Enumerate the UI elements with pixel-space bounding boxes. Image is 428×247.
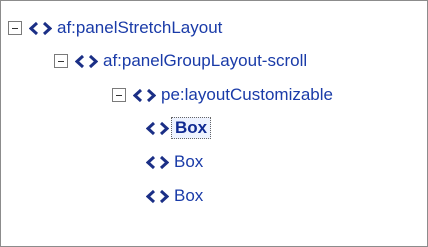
tree-node-label[interactable]: Box <box>171 185 206 207</box>
component-tree: af:panelStretchLayout af:panelGroupLayou… <box>0 0 428 247</box>
xml-tag-icon <box>29 21 52 36</box>
tree-node-panel-stretch-layout[interactable]: af:panelStretchLayout <box>8 15 225 41</box>
collapse-toggle-icon[interactable] <box>112 88 126 102</box>
tree-node-label-selected[interactable]: Box <box>171 117 212 139</box>
xml-tag-icon <box>133 88 156 103</box>
xml-tag-icon <box>146 155 169 170</box>
tree-node-box-2[interactable]: Box <box>146 149 206 175</box>
tree-node-panel-group-layout-scroll[interactable]: af:panelGroupLayout-scroll <box>54 48 310 74</box>
tree-node-label[interactable]: af:panelGroupLayout-scroll <box>100 50 310 72</box>
tree-node-box-3[interactable]: Box <box>146 183 206 209</box>
tree-node-label[interactable]: Box <box>171 151 206 173</box>
collapse-toggle-icon[interactable] <box>54 54 68 68</box>
xml-tag-icon <box>146 189 169 204</box>
collapse-toggle-icon[interactable] <box>8 21 22 35</box>
tree-node-layout-customizable[interactable]: pe:layoutCustomizable <box>112 82 336 108</box>
tree-node-box-1[interactable]: Box <box>146 115 212 141</box>
tree-node-label[interactable]: af:panelStretchLayout <box>54 17 225 39</box>
tree-node-label[interactable]: pe:layoutCustomizable <box>158 84 336 106</box>
xml-tag-icon <box>75 54 98 69</box>
xml-tag-icon <box>146 121 169 136</box>
